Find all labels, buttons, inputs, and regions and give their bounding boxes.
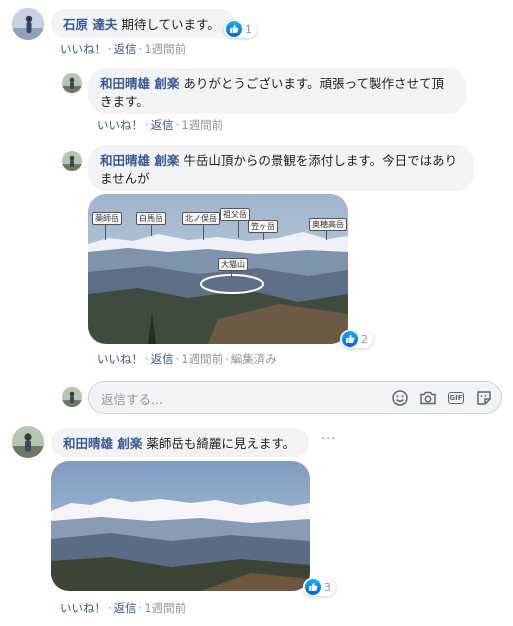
comment-bubble: 石原 達夫 期待しています。 bbox=[51, 9, 235, 38]
edited-label[interactable]: 編集済み bbox=[231, 352, 277, 366]
avatar-wada[interactable] bbox=[12, 426, 44, 458]
peak-label: 北ノ俣岳 bbox=[182, 212, 220, 225]
timestamp[interactable]: 1週間前 bbox=[181, 118, 223, 132]
like-icon bbox=[342, 331, 358, 347]
like-icon bbox=[226, 21, 242, 37]
reply-actions: いいね！ · 返信 · 1週間前 · 編集済み bbox=[97, 352, 277, 366]
peak-label: 祖父岳 bbox=[220, 208, 250, 221]
reaction-count: 2 bbox=[361, 332, 368, 346]
gif-icon[interactable]: GIF bbox=[448, 392, 464, 404]
comment-actions: いいね！ · 返信 · 1週間前 bbox=[60, 601, 187, 615]
reply-input[interactable]: 返信する... GIF bbox=[88, 381, 502, 414]
reply-placeholder: 返信する... bbox=[101, 392, 163, 407]
avatar-ishihara[interactable] bbox=[12, 8, 44, 40]
reply-link[interactable]: 返信 bbox=[114, 42, 137, 56]
comment-bubble: 和田晴雄 創楽 薬師岳も綺麗に見えます。 bbox=[51, 428, 309, 457]
timestamp[interactable]: 1週間前 bbox=[144, 601, 186, 615]
avatar-wada[interactable] bbox=[62, 73, 82, 93]
peak-label: 薬師岳 bbox=[92, 212, 122, 225]
comment-author[interactable]: 和田晴雄 創楽 bbox=[63, 436, 142, 451]
comment-author[interactable]: 石原 達夫 bbox=[63, 17, 117, 32]
timestamp[interactable]: 1週間前 bbox=[144, 42, 186, 56]
reaction-count-badge[interactable]: 3 bbox=[303, 578, 336, 596]
camera-icon[interactable] bbox=[419, 389, 437, 407]
avatar-image bbox=[12, 426, 44, 458]
like-icon bbox=[305, 579, 321, 595]
avatar-image bbox=[12, 8, 44, 40]
reaction-count: 3 bbox=[324, 580, 331, 594]
sticker-icon[interactable] bbox=[475, 389, 493, 407]
peak-label: 白馬岳 bbox=[136, 212, 166, 225]
attached-photo-yakushidake[interactable] bbox=[51, 461, 310, 591]
comment-text: 薬師岳も綺麗に見えます。 bbox=[146, 436, 296, 451]
like-link[interactable]: いいね！ bbox=[97, 352, 143, 366]
reply-link[interactable]: 返信 bbox=[151, 352, 174, 366]
reaction-count-badge[interactable]: 1 bbox=[224, 20, 257, 38]
reply-bubble: 和田晴雄 創楽 ありがとうございます。頑張って製作させて頂きます。 bbox=[88, 68, 466, 114]
reply-author[interactable]: 和田晴雄 創楽 bbox=[100, 153, 179, 168]
avatar-image bbox=[62, 387, 82, 407]
like-link[interactable]: いいね！ bbox=[60, 601, 106, 615]
more-icon[interactable]: ··· bbox=[321, 432, 336, 447]
like-link[interactable]: いいね！ bbox=[97, 118, 143, 132]
current-user-avatar bbox=[62, 387, 82, 407]
avatar-image bbox=[62, 151, 82, 171]
reply-actions: いいね！ · 返信 · 1週間前 bbox=[97, 118, 224, 132]
reply-author[interactable]: 和田晴雄 創楽 bbox=[100, 76, 179, 91]
reply-link[interactable]: 返信 bbox=[114, 601, 137, 615]
comment-actions: いいね！ · 返信 · 1週間前 bbox=[60, 42, 187, 56]
like-link[interactable]: いいね！ bbox=[60, 42, 106, 56]
peak-label: 笠ヶ岳 bbox=[248, 220, 278, 233]
reaction-count-badge[interactable]: 2 bbox=[340, 330, 373, 348]
comment-text: 期待しています。 bbox=[121, 17, 220, 32]
avatar-image bbox=[62, 73, 82, 93]
reply-bubble: 和田晴雄 創楽 牛岳山頂からの景観を添付します。今日ではありませんが bbox=[88, 145, 474, 191]
emoji-icon[interactable] bbox=[391, 389, 409, 407]
avatar-wada[interactable] bbox=[62, 151, 82, 171]
timestamp[interactable]: 1週間前 bbox=[181, 352, 223, 366]
attached-photo-mountains[interactable]: 薬師岳 白馬岳 北ノ俣岳 祖父岳 笠ヶ岳 奥穂高岳 大猫山 bbox=[88, 194, 348, 344]
reaction-count: 1 bbox=[245, 22, 252, 36]
reply-link[interactable]: 返信 bbox=[151, 118, 174, 132]
snowy-mountain-image bbox=[51, 461, 310, 591]
peak-label: 奥穂高岳 bbox=[309, 218, 347, 231]
peak-label: 大猫山 bbox=[218, 258, 248, 271]
